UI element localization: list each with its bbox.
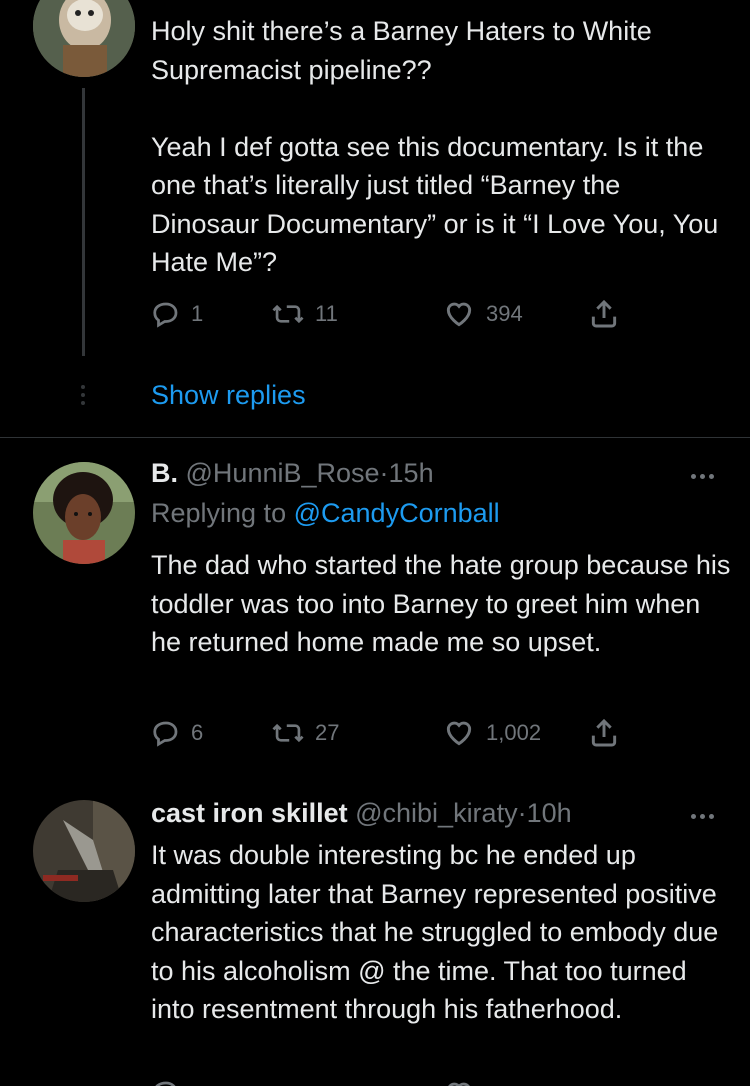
retweet-icon — [272, 723, 304, 743]
share-icon — [591, 718, 617, 747]
like-button[interactable]: 1,002 — [442, 715, 541, 751]
show-replies-link[interactable]: Show replies — [151, 380, 306, 411]
like-button[interactable]: 394 — [442, 296, 523, 332]
share-button[interactable] — [588, 715, 620, 751]
share-button[interactable] — [588, 296, 620, 332]
more-button[interactable] — [691, 814, 714, 819]
more-icon — [691, 474, 714, 479]
timestamp[interactable]: 15h — [389, 458, 434, 488]
retweet-count: 11 — [315, 301, 338, 326]
divider — [0, 437, 750, 438]
reply-button[interactable]: 1 — [151, 296, 203, 332]
like-icon — [446, 302, 472, 327]
tweet-actions-cut — [151, 1078, 631, 1086]
share-icon — [591, 299, 617, 328]
separator: · — [517, 798, 527, 828]
handle[interactable]: @HunniB_Rose — [186, 458, 380, 488]
like-count: 394 — [486, 301, 523, 326]
tweet-header: B. @HunniB_Rose·15h — [151, 458, 434, 489]
header-cut — [151, 0, 651, 2]
reply-icon — [155, 1081, 176, 1086]
timestamp[interactable]: 10h — [527, 798, 572, 828]
tweet-actions: 6 27 1,002 — [151, 715, 631, 751]
retweet-button[interactable]: 27 — [271, 715, 339, 751]
tweet-header: cast iron skillet @chibi_kiraty·10h — [151, 798, 572, 829]
retweet-icon — [272, 304, 304, 324]
thread-line — [82, 88, 85, 356]
reply-count: 1 — [191, 301, 204, 326]
more-button[interactable] — [691, 474, 714, 479]
thread-dots — [81, 385, 85, 405]
retweet-count: 27 — [315, 720, 340, 745]
separator: · — [379, 458, 389, 488]
display-name[interactable]: cast iron skillet — [151, 798, 348, 828]
reply-button[interactable]: 6 — [151, 715, 203, 751]
avatar[interactable] — [33, 0, 135, 77]
tweet-text: Holy shit there’s a Barney Haters to Whi… — [151, 16, 719, 277]
like-icon — [446, 721, 472, 746]
avatar[interactable] — [33, 800, 135, 902]
more-icon — [691, 814, 714, 819]
replying-to: Replying to @CandyCornball — [151, 498, 500, 529]
reply-icon — [153, 721, 178, 747]
reply-icon — [153, 302, 178, 328]
replying-to-link[interactable]: @CandyCornball — [294, 498, 500, 528]
like-count: 1,002 — [486, 720, 542, 745]
tweet-actions: 1 11 394 — [151, 296, 631, 332]
tweet-text: The dad who started the hate group becau… — [151, 550, 738, 657]
handle[interactable]: @chibi_kiraty — [355, 798, 517, 828]
replying-prefix: Replying to — [151, 498, 287, 528]
display-name[interactable]: B. — [151, 458, 178, 488]
tweet-text: It was double interesting bc he ended up… — [151, 840, 726, 1024]
avatar[interactable] — [33, 462, 135, 564]
like-icon — [448, 1082, 470, 1086]
retweet-button[interactable]: 11 — [271, 296, 338, 332]
reply-count: 6 — [191, 720, 204, 745]
